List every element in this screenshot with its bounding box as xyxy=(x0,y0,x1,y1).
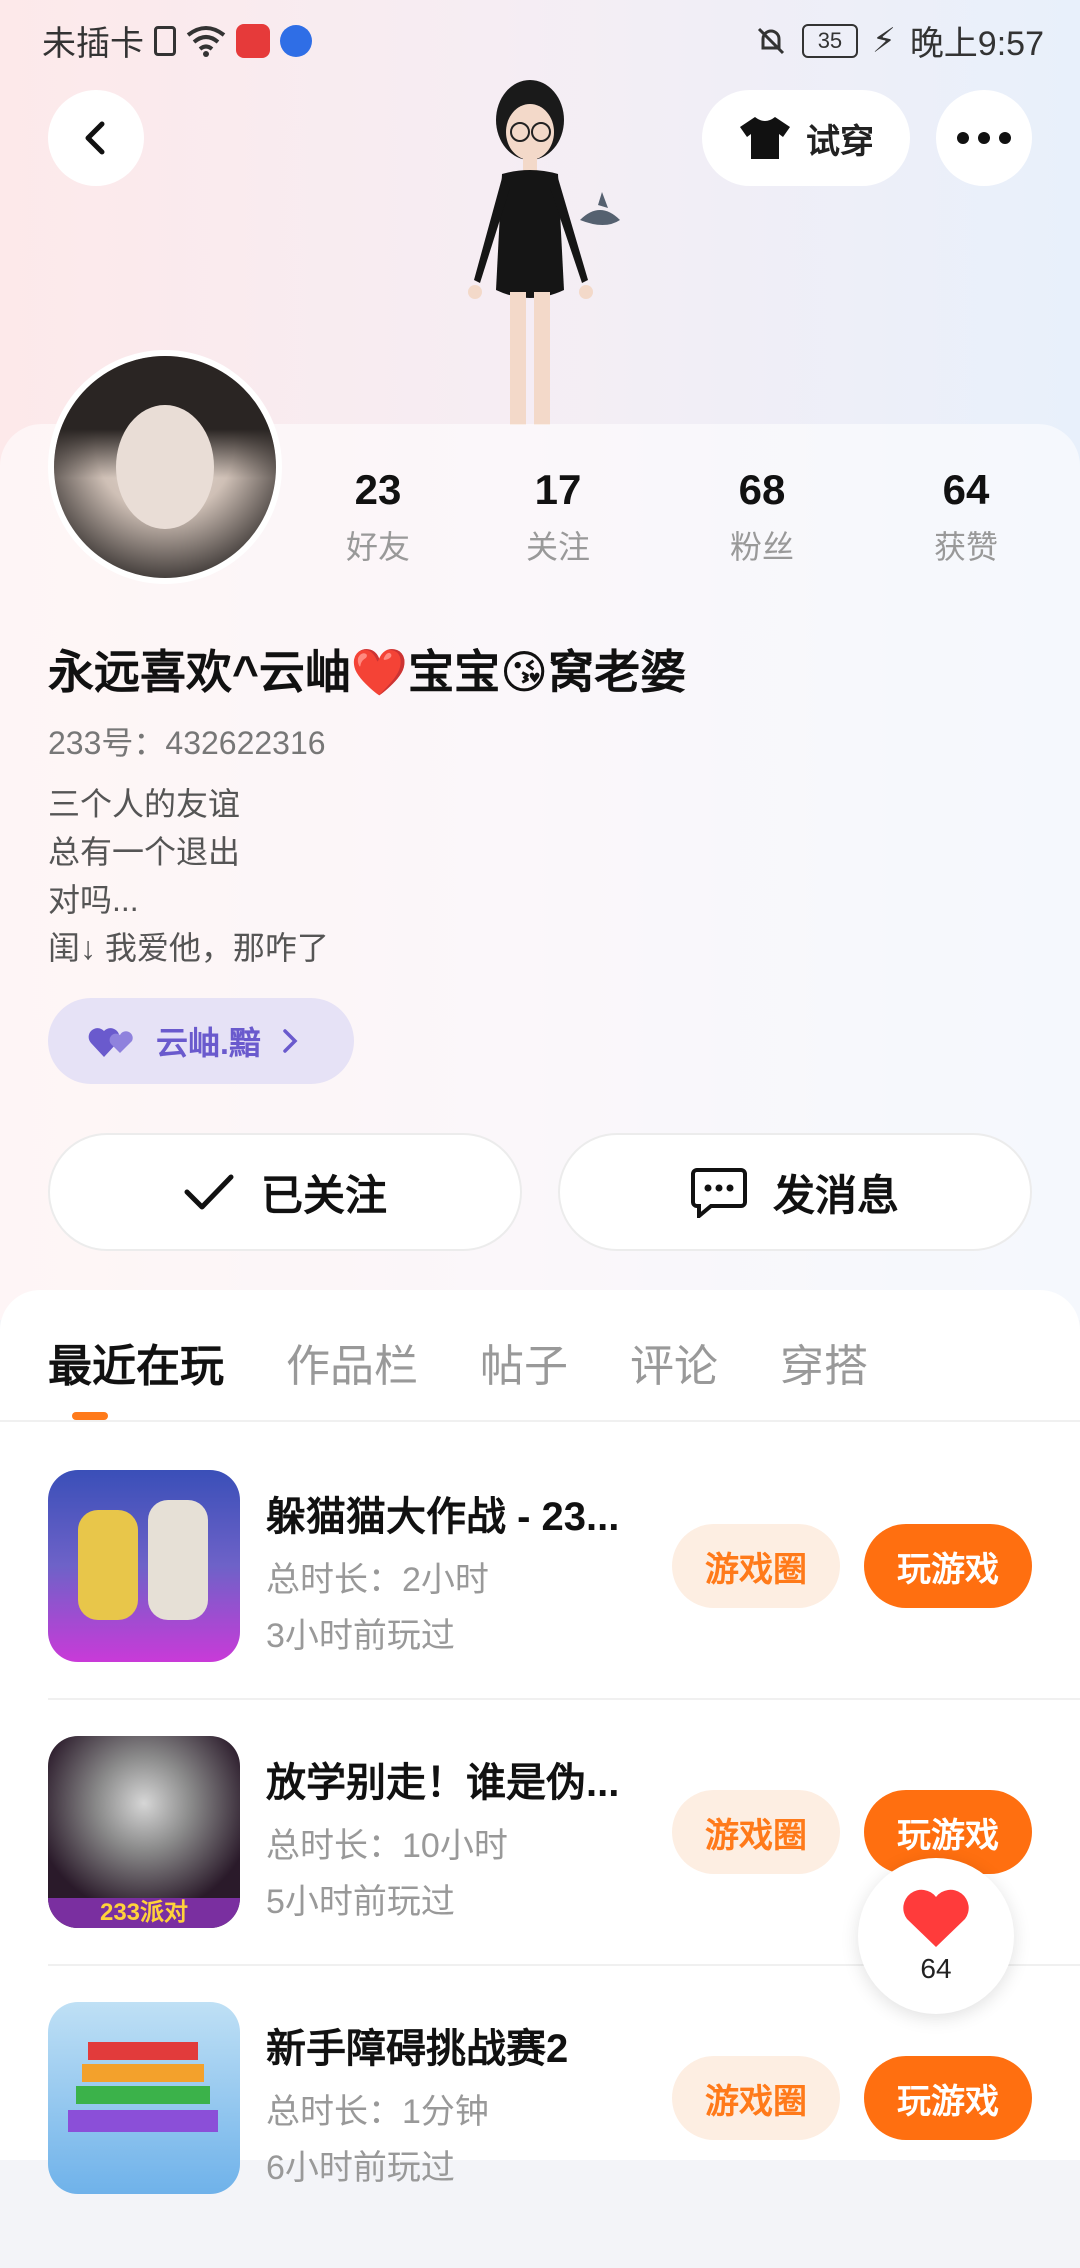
party-banner: 233派对 xyxy=(48,1898,240,1928)
message-button[interactable]: 发消息 xyxy=(558,1133,1032,1251)
game-duration: 总时长：1分钟 xyxy=(266,2093,489,2131)
wifi-icon xyxy=(186,25,226,57)
game-duration: 总时长：2小时 xyxy=(266,1561,489,1599)
status-left: 未插卡 xyxy=(42,16,312,65)
game-thumbnail[interactable] xyxy=(48,1470,240,1662)
double-heart-icon xyxy=(88,1028,133,1057)
stat-label: 关注 xyxy=(525,529,590,565)
tab-posts[interactable]: 帖子 xyxy=(480,1330,568,1394)
stat-label: 好友 xyxy=(345,529,410,565)
tabs-divider xyxy=(0,1420,1080,1422)
game-last-played: 6小时前玩过 xyxy=(266,2149,455,2187)
bio-line: 闺↓ 我爱他，那咋了 xyxy=(48,930,329,966)
game-row[interactable]: 躲猫猫大作战 - 23... 总时长：2小时 3小时前玩过 游戏圈 玩游戏 xyxy=(0,1470,1080,1736)
game-title: 新手障碍挑战赛2 xyxy=(266,2027,569,2071)
row-divider xyxy=(48,1698,1080,1700)
profile-id[interactable]: 233号：432622316 xyxy=(48,718,326,764)
obstacle-block xyxy=(82,2064,204,2082)
obstacle-block xyxy=(88,2042,198,2060)
tab-comments[interactable]: 评论 xyxy=(630,1330,718,1394)
game-thumbnail[interactable] xyxy=(48,2002,240,2194)
stat-label: 粉丝 xyxy=(729,529,794,565)
bio-line: 总有一个退出 xyxy=(48,834,241,870)
game-last-played: 3小时前玩过 xyxy=(266,1617,455,1655)
tab-bar: 最近在玩 作品栏 帖子 评论 穿搭 xyxy=(48,1330,930,1394)
followed-button[interactable]: 已关注 xyxy=(48,1133,522,1251)
tab-recently-played[interactable]: 最近在玩 xyxy=(48,1330,224,1394)
stat-value: 68 xyxy=(738,466,786,513)
stat-friends[interactable]: 23 好友 xyxy=(298,466,458,568)
obstacle-block xyxy=(76,2086,210,2104)
try-on-button[interactable]: 试穿 xyxy=(702,90,910,186)
game-circle-button[interactable]: 游戏圈 xyxy=(672,1524,840,1608)
game-duration: 总时长：10小时 xyxy=(266,1827,508,1865)
stat-fans[interactable]: 68 粉丝 xyxy=(682,466,842,568)
more-button[interactable] xyxy=(936,90,1032,186)
relation-chip[interactable]: 云岫.黯 xyxy=(48,998,354,1084)
tshirt-icon xyxy=(740,117,790,159)
stat-value: 17 xyxy=(534,466,582,513)
try-on-label: 试穿 xyxy=(806,122,874,161)
chat-bubble-icon xyxy=(690,1168,747,1218)
chevron-left-icon xyxy=(85,121,105,155)
tab-outfits[interactable]: 穿搭 xyxy=(780,1330,868,1394)
character-figure xyxy=(78,1510,138,1620)
like-button[interactable]: 64 xyxy=(858,1858,1014,2014)
browser-app-icon xyxy=(280,24,312,57)
relation-chip-label: 云岫.黯 xyxy=(156,1025,261,1061)
battery-icon: 35 xyxy=(801,23,858,58)
game-circle-button[interactable]: 游戏圈 xyxy=(672,2056,840,2140)
stat-likes[interactable]: 64 获赞 xyxy=(886,466,1046,568)
clock-text: 晚上9:57 xyxy=(909,25,1044,63)
content-section: 最近在玩 作品栏 帖子 评论 穿搭 躲猫猫大作战 - 23... 总时长：2小时… xyxy=(0,1290,1080,2194)
status-right: 35 ⚡ 晚上9:57 xyxy=(754,16,1044,65)
game-circle-button[interactable]: 游戏圈 xyxy=(672,1790,840,1874)
followed-label: 已关注 xyxy=(260,1171,387,1219)
obstacle-block xyxy=(68,2110,218,2132)
like-count: 64 xyxy=(920,1953,952,1984)
mute-bell-icon xyxy=(757,27,784,54)
profile-nickname: 永远喜欢^云岫❤️宝宝😘窝老婆 xyxy=(48,646,687,698)
game-title: 躲猫猫大作战 - 23... xyxy=(266,1495,620,1539)
heart-icon xyxy=(903,1889,969,1947)
avatar-photo xyxy=(54,356,276,578)
play-game-button[interactable]: 玩游戏 xyxy=(864,2056,1032,2140)
stat-value: 23 xyxy=(354,466,402,513)
play-game-button[interactable]: 玩游戏 xyxy=(864,1524,1032,1608)
active-tab-indicator xyxy=(72,1412,108,1420)
huawei-app-icon xyxy=(236,23,270,58)
stat-following[interactable]: 17 关注 xyxy=(478,466,638,568)
stat-value: 64 xyxy=(942,466,990,513)
profile-bio: 三个人的友谊 总有一个退出 对吗... 闺↓ 我爱他，那咋了 xyxy=(48,780,329,972)
status-bar: 未插卡 35 ⚡ 晚上9:57 xyxy=(0,0,1080,72)
more-dots-icon xyxy=(957,132,1011,144)
game-title: 放学别走！谁是伪... xyxy=(266,1761,620,1805)
message-label: 发消息 xyxy=(772,1171,899,1219)
bio-line: 对吗... xyxy=(48,882,139,918)
checkmark-icon xyxy=(184,1174,234,1210)
profile-avatar[interactable] xyxy=(48,350,282,584)
carrier-text: 未插卡 xyxy=(42,25,144,63)
game-thumbnail[interactable]: 233派对 xyxy=(48,1736,240,1928)
chevron-right-icon xyxy=(283,1029,298,1053)
face-shape xyxy=(116,404,214,530)
character-figure xyxy=(148,1500,208,1620)
game-last-played: 5小时前玩过 xyxy=(266,1883,455,1921)
sim-icon xyxy=(154,25,176,56)
charging-icon: ⚡ xyxy=(871,21,896,60)
back-button[interactable] xyxy=(48,90,144,186)
tab-works[interactable]: 作品栏 xyxy=(286,1330,418,1394)
stat-label: 获赞 xyxy=(933,529,998,565)
bio-line: 三个人的友谊 xyxy=(48,786,241,822)
avatar-character[interactable] xyxy=(430,70,650,425)
game-row[interactable]: 新手障碍挑战赛2 总时长：1分钟 6小时前玩过 游戏圈 玩游戏 xyxy=(0,2002,1080,2268)
